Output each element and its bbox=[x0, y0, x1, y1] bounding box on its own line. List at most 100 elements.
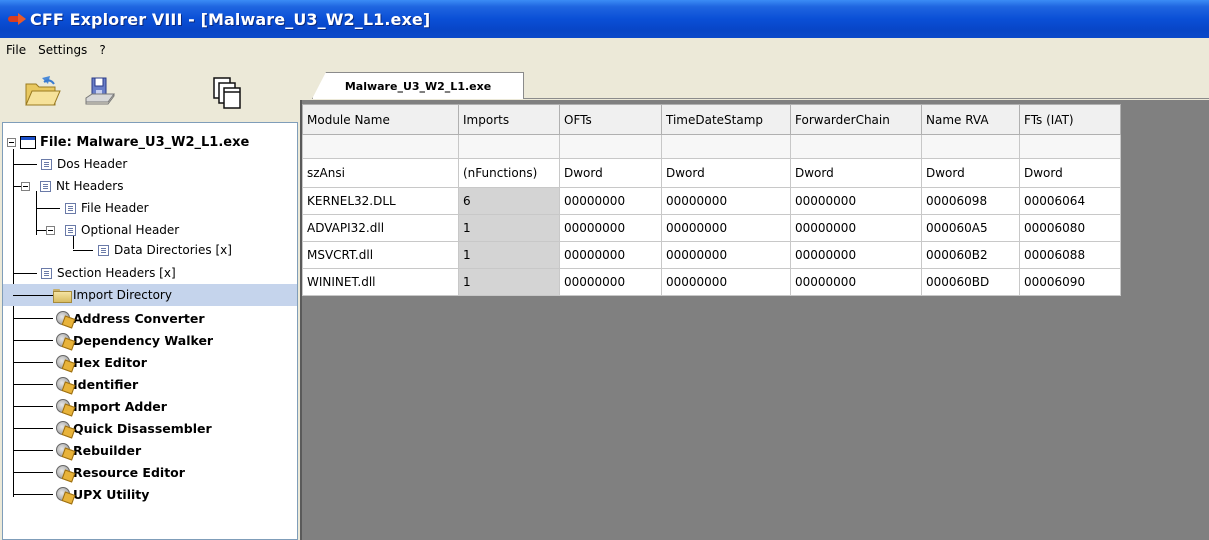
collapse-icon[interactable] bbox=[21, 181, 30, 191]
tree-item-dos-header[interactable]: Dos Header bbox=[41, 153, 127, 175]
document-icon bbox=[98, 244, 109, 256]
table-cell[interactable]: ADVAPI32.dll bbox=[302, 214, 459, 242]
table-row[interactable]: WININET.dll 1 00000000 00000000 00000000… bbox=[302, 268, 1121, 296]
document-icon bbox=[41, 158, 52, 170]
table-cell[interactable]: 00000000 bbox=[559, 214, 662, 242]
tree-tool-dependency-walker[interactable]: Dependency Walker bbox=[55, 329, 213, 351]
folder-icon bbox=[53, 289, 72, 303]
menu-file[interactable]: File bbox=[6, 43, 26, 57]
type-cell: (nFunctions) bbox=[458, 158, 560, 188]
menu-settings[interactable]: Settings bbox=[38, 43, 87, 57]
table-type-row: szAnsi (nFunctions) Dword Dword Dword Dw… bbox=[302, 158, 1121, 188]
tool-icon bbox=[55, 442, 73, 458]
tool-icon bbox=[55, 376, 73, 392]
column-header[interactable]: TimeDateStamp bbox=[661, 104, 791, 135]
column-header[interactable]: Imports bbox=[458, 104, 560, 135]
table-cell[interactable]: 1 bbox=[458, 214, 560, 242]
document-icon bbox=[65, 224, 76, 236]
title-bar: CFF Explorer VIII - [Malware_U3_W2_L1.ex… bbox=[0, 0, 1209, 38]
tree-root-label: File: Malware_U3_W2_L1.exe bbox=[40, 134, 250, 150]
table-row[interactable]: ADVAPI32.dll 1 00000000 00000000 0000000… bbox=[302, 214, 1121, 242]
tree-item-data-directories[interactable]: Data Directories [x] bbox=[98, 239, 232, 261]
table-cell[interactable]: 6 bbox=[458, 187, 560, 215]
tree-root[interactable]: File: Malware_U3_W2_L1.exe bbox=[7, 131, 249, 153]
window-title: CFF Explorer VIII - [Malware_U3_W2_L1.ex… bbox=[30, 9, 431, 29]
table-row[interactable]: MSVCRT.dll 1 00000000 00000000 00000000 … bbox=[302, 241, 1121, 269]
document-icon bbox=[65, 202, 76, 214]
tab-divider bbox=[524, 98, 1209, 99]
table-cell[interactable]: WININET.dll bbox=[302, 268, 459, 296]
tab-file[interactable]: Malware_U3_W2_L1.exe bbox=[312, 72, 524, 99]
table-cell[interactable]: 00006090 bbox=[1019, 268, 1121, 296]
table-blank-row bbox=[302, 134, 1121, 159]
tree-item-nt-headers[interactable]: Nt Headers bbox=[21, 175, 123, 197]
table-cell[interactable]: 00000000 bbox=[661, 187, 791, 215]
tool-icon bbox=[55, 486, 73, 502]
menu-help[interactable]: ? bbox=[99, 43, 105, 57]
table-cell[interactable]: 00000000 bbox=[559, 187, 662, 215]
toolbar bbox=[0, 62, 300, 120]
tree-tool-quick-disassembler[interactable]: Quick Disassembler bbox=[55, 417, 212, 439]
tree-tool-import-adder[interactable]: Import Adder bbox=[55, 395, 167, 417]
type-cell: szAnsi bbox=[302, 158, 459, 188]
open-folder-icon[interactable] bbox=[22, 72, 62, 112]
table-cell[interactable]: 1 bbox=[458, 268, 560, 296]
column-header[interactable]: Module Name bbox=[302, 104, 459, 135]
tree-tool-identifier[interactable]: Identifier bbox=[55, 373, 138, 395]
collapse-icon[interactable] bbox=[46, 225, 55, 235]
document-icon bbox=[41, 267, 52, 279]
tool-icon bbox=[55, 310, 73, 326]
table-cell[interactable]: MSVCRT.dll bbox=[302, 241, 459, 269]
type-cell: Dword bbox=[921, 158, 1020, 188]
app-logo-icon bbox=[8, 13, 26, 25]
column-header[interactable]: FTs (IAT) bbox=[1019, 104, 1121, 135]
document-icon bbox=[40, 180, 51, 192]
table-cell[interactable]: 1 bbox=[458, 241, 560, 269]
table-cell[interactable]: 00000000 bbox=[790, 214, 922, 242]
tool-icon bbox=[55, 332, 73, 348]
tool-icon bbox=[55, 420, 73, 436]
table-row[interactable]: KERNEL32.DLL 6 00000000 00000000 0000000… bbox=[302, 187, 1121, 215]
tree-item-import-directory[interactable]: Import Directory bbox=[3, 284, 297, 306]
table-cell[interactable]: 00000000 bbox=[661, 268, 791, 296]
table-cell[interactable]: 000060B2 bbox=[921, 241, 1020, 269]
table-cell[interactable]: 00000000 bbox=[790, 241, 922, 269]
table-cell[interactable]: 00006080 bbox=[1019, 214, 1121, 242]
window-icon bbox=[20, 135, 36, 149]
table-cell[interactable]: 00000000 bbox=[661, 241, 791, 269]
windows-icon[interactable] bbox=[208, 72, 248, 112]
table-header-row: Module Name Imports OFTs TimeDateStamp F… bbox=[302, 104, 1121, 135]
table-cell[interactable]: 00000000 bbox=[559, 241, 662, 269]
tree-view[interactable]: File: Malware_U3_W2_L1.exe Dos Header Nt… bbox=[2, 122, 298, 540]
table-cell[interactable]: 00006064 bbox=[1019, 187, 1121, 215]
tool-icon bbox=[55, 354, 73, 370]
table-cell[interactable]: 00000000 bbox=[790, 187, 922, 215]
type-cell: Dword bbox=[790, 158, 922, 188]
table-cell[interactable]: 000060A5 bbox=[921, 214, 1020, 242]
tree-item-file-header[interactable]: File Header bbox=[65, 197, 149, 219]
import-directory-table[interactable]: Module Name Imports OFTs TimeDateStamp F… bbox=[302, 104, 1121, 296]
column-header[interactable]: ForwarderChain bbox=[790, 104, 922, 135]
table-cell[interactable]: 00000000 bbox=[661, 214, 791, 242]
menu-bar: File Settings ? bbox=[0, 38, 1209, 62]
tree-tool-hex-editor[interactable]: Hex Editor bbox=[55, 351, 147, 373]
table-cell[interactable]: 00000000 bbox=[790, 268, 922, 296]
type-cell: Dword bbox=[661, 158, 791, 188]
table-cell[interactable]: 00006098 bbox=[921, 187, 1020, 215]
type-cell: Dword bbox=[1019, 158, 1121, 188]
collapse-icon[interactable] bbox=[7, 137, 16, 147]
column-header[interactable]: OFTs bbox=[559, 104, 662, 135]
table-cell[interactable]: 00006088 bbox=[1019, 241, 1121, 269]
type-cell: Dword bbox=[559, 158, 662, 188]
tree-tool-upx-utility[interactable]: UPX Utility bbox=[55, 483, 149, 505]
table-cell[interactable]: 00000000 bbox=[559, 268, 662, 296]
tree-item-optional-header[interactable]: Optional Header bbox=[46, 219, 179, 241]
column-header[interactable]: Name RVA bbox=[921, 104, 1020, 135]
tree-tool-resource-editor[interactable]: Resource Editor bbox=[55, 461, 185, 483]
tree-tool-rebuilder[interactable]: Rebuilder bbox=[55, 439, 141, 461]
table-cell[interactable]: KERNEL32.DLL bbox=[302, 187, 459, 215]
table-cell[interactable]: 000060BD bbox=[921, 268, 1020, 296]
tree-item-section-headers[interactable]: Section Headers [x] bbox=[41, 262, 176, 284]
save-disk-icon[interactable] bbox=[80, 72, 120, 112]
tree-tool-address-converter[interactable]: Address Converter bbox=[55, 307, 205, 329]
